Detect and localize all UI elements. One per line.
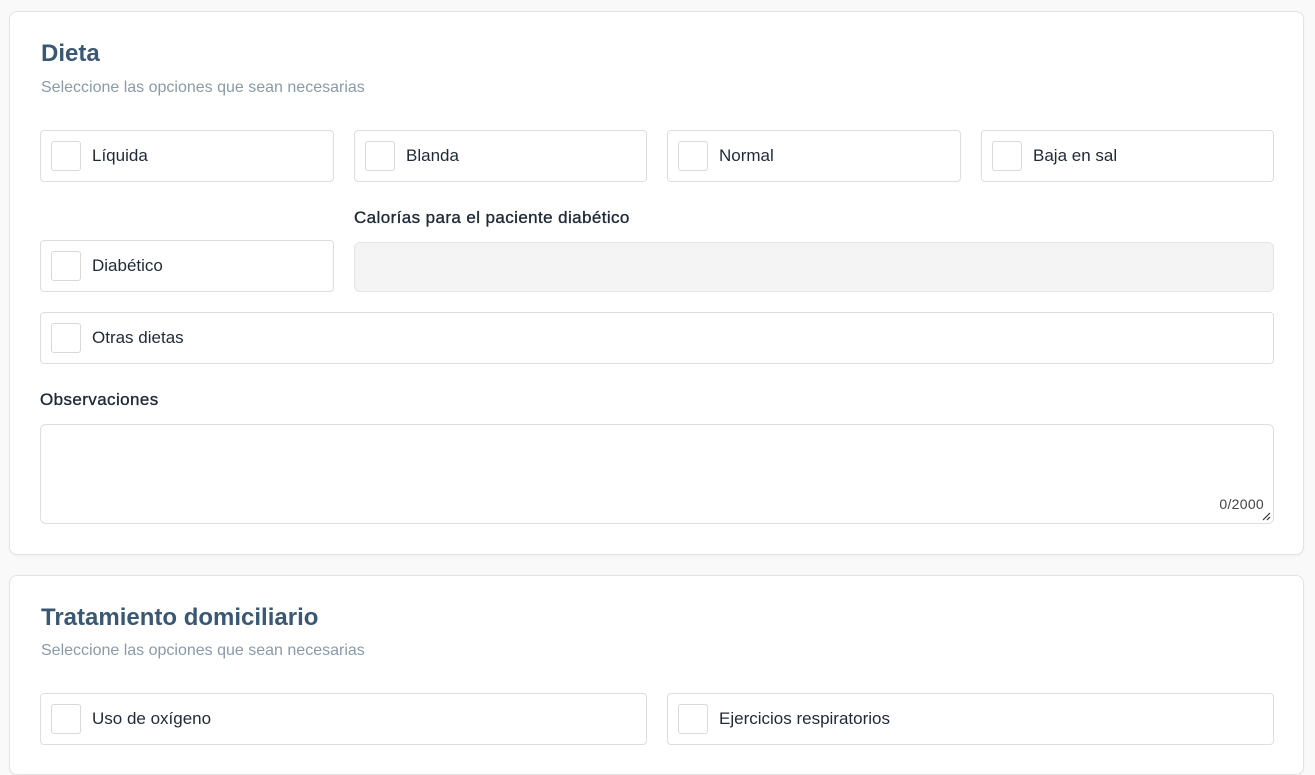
observaciones-textarea[interactable] [41, 425, 1273, 523]
checkbox-uso-de-oxigeno[interactable] [51, 704, 81, 734]
checkbox-diabetico[interactable] [51, 251, 81, 281]
tratamiento-subtitle: Seleccione las opciones que sean necesar… [41, 642, 365, 659]
calorias-input[interactable] [354, 242, 1274, 292]
checkbox-normal[interactable] [678, 141, 708, 171]
dieta-card: Dieta Seleccione las opciones que sean n… [9, 11, 1304, 555]
checkbox-blanda[interactable] [365, 141, 395, 171]
option-liquida[interactable]: Líquida [40, 130, 334, 182]
tratamiento-title: Tratamiento domiciliario [41, 604, 319, 631]
option-label: Blanda [406, 146, 459, 165]
option-blanda[interactable]: Blanda [354, 130, 647, 182]
option-baja-en-sal[interactable]: Baja en sal [981, 130, 1274, 182]
observaciones-counter: 0/2000 [1219, 496, 1264, 512]
resize-handle-icon[interactable] [1262, 512, 1271, 521]
dieta-title: Dieta [41, 40, 100, 67]
option-label: Uso de oxígeno [92, 709, 212, 728]
option-label: Normal [719, 146, 774, 165]
observaciones-field[interactable]: 0/2000 [40, 424, 1274, 524]
option-uso-de-oxigeno[interactable]: Uso de oxígeno [40, 693, 647, 745]
checkbox-otras-dietas[interactable] [51, 323, 81, 353]
option-label: Otras dietas [92, 328, 184, 347]
option-label: Líquida [92, 146, 148, 165]
option-ejercicios-respiratorios[interactable]: Ejercicios respiratorios [667, 693, 1274, 745]
tratamiento-card: Tratamiento domiciliario Seleccione las … [9, 575, 1304, 775]
checkbox-liquida[interactable] [51, 141, 81, 171]
option-normal[interactable]: Normal [667, 130, 961, 182]
checkbox-baja-en-sal[interactable] [992, 141, 1022, 171]
checkbox-ejercicios-respiratorios[interactable] [678, 704, 708, 734]
option-diabetico[interactable]: Diabético [40, 240, 334, 292]
option-label: Baja en sal [1033, 146, 1118, 165]
option-otras-dietas[interactable]: Otras dietas [40, 312, 1274, 364]
option-label: Diabético [92, 256, 163, 275]
option-label: Ejercicios respiratorios [719, 709, 890, 728]
observaciones-label: Observaciones [40, 390, 159, 409]
calorias-label: Calorías para el paciente diabético [354, 208, 630, 227]
dieta-subtitle: Seleccione las opciones que sean necesar… [41, 79, 365, 96]
